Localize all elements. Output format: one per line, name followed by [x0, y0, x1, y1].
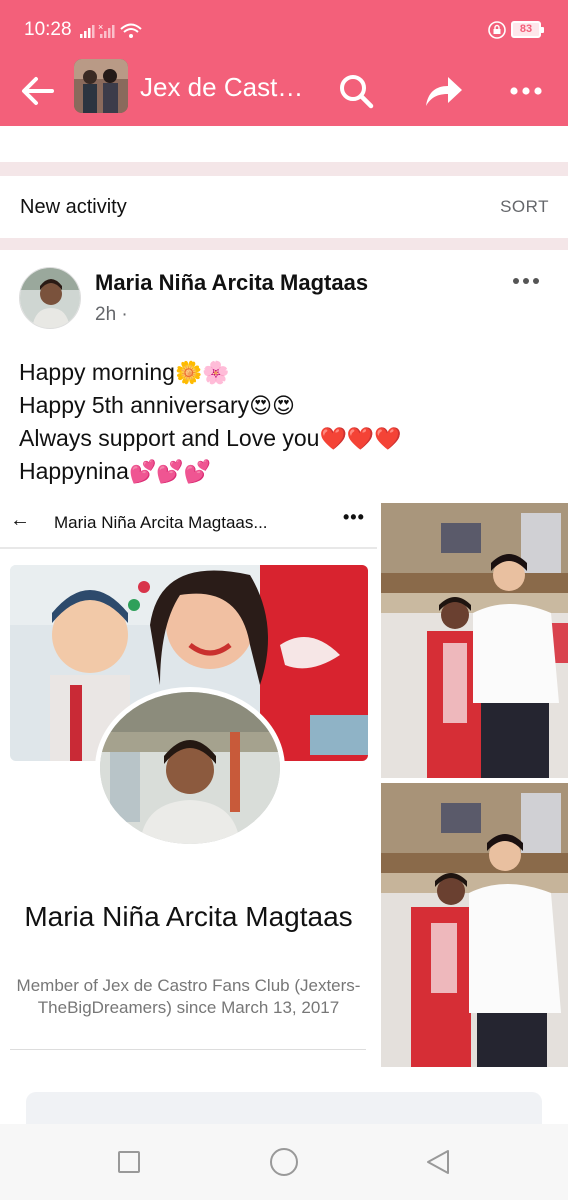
avatar-photo: [20, 268, 80, 328]
divider: [0, 547, 377, 549]
post-line: Always support and Love you❤️❤️❤️: [19, 425, 402, 451]
profile-name: Maria Niña Arcita Magtaas: [24, 901, 353, 932]
post-line: Happy 5th anniversary😍😍: [19, 392, 295, 418]
screenshot-title: Maria Niña Arcita Magtaas...: [54, 513, 268, 532]
emoji: ❤️❤️❤️: [319, 426, 402, 451]
app-bar: Jex de Castr…: [0, 56, 568, 126]
post-photo-profile-screenshot[interactable]: ← Maria Niña Arcita Magtaas... ••• Maria…: [0, 503, 377, 1067]
activity-bar: New activity SORT: [0, 176, 568, 238]
battery-indicator: 83: [511, 21, 544, 38]
screenshot-header: ← Maria Niña Arcita Magtaas... •••: [0, 503, 377, 543]
separator: [0, 238, 568, 250]
profile-image: [100, 692, 280, 844]
post-photo-mall-2[interactable]: [381, 783, 568, 1067]
mall-photo-2: [381, 783, 568, 1067]
sort-button[interactable]: SORT: [500, 197, 549, 217]
post-body: Happy morning🌼🌸 Happy 5th anniversary😍😍 …: [19, 356, 549, 488]
emoji: 🌼🌸: [174, 360, 230, 385]
status-time: 10:28: [24, 19, 72, 40]
status-bar: 10:28 × 83: [0, 0, 568, 56]
post-timestamp[interactable]: 2h ·: [95, 304, 128, 326]
circle-icon[interactable]: [270, 1148, 298, 1176]
membership-text: Member of Jex de Castro Fans Club (Jexte…: [16, 976, 361, 1017]
post-card: Maria Niña Arcita Magtaas 2h · Happy mor…: [0, 250, 568, 1130]
top-bar: 10:28 × 83 Jex de Castr…: [0, 0, 568, 126]
triangle-back-icon[interactable]: [424, 1148, 452, 1176]
separator: [0, 162, 568, 176]
divider: [10, 1049, 366, 1050]
screenshot-more-icon: •••: [343, 507, 365, 527]
post-line: Happy morning🌼🌸: [19, 359, 230, 385]
group-thumbnail[interactable]: [74, 59, 128, 113]
post-photo-mall-1[interactable]: [381, 503, 568, 778]
new-activity-label: New activity: [20, 196, 127, 218]
author-avatar[interactable]: [19, 267, 81, 329]
svg-text:×: ×: [98, 22, 103, 32]
system-nav-bar: [0, 1124, 568, 1200]
back-arrow-icon[interactable]: [16, 69, 60, 113]
emoji: 💕💕💕: [128, 459, 212, 484]
emoji: 😍😍: [249, 393, 295, 418]
square-icon[interactable]: [118, 1151, 140, 1173]
group-title[interactable]: Jex de Castr…: [140, 72, 308, 103]
mall-photo-1: [381, 503, 568, 778]
more-horizontal-icon[interactable]: [504, 69, 548, 113]
share-arrow-icon[interactable]: [420, 68, 466, 112]
rotation-lock-icon: [488, 21, 506, 39]
post-line: Happynina💕💕💕: [19, 458, 212, 484]
search-icon[interactable]: [334, 69, 378, 113]
screenshot-back-icon: ←: [10, 509, 30, 531]
signal-wifi-icon: ×: [80, 22, 142, 38]
profile-picture: [95, 687, 285, 849]
post-options-icon[interactable]: [506, 266, 546, 296]
post-author[interactable]: Maria Niña Arcita Magtaas: [95, 270, 368, 296]
group-photo: [74, 59, 128, 113]
